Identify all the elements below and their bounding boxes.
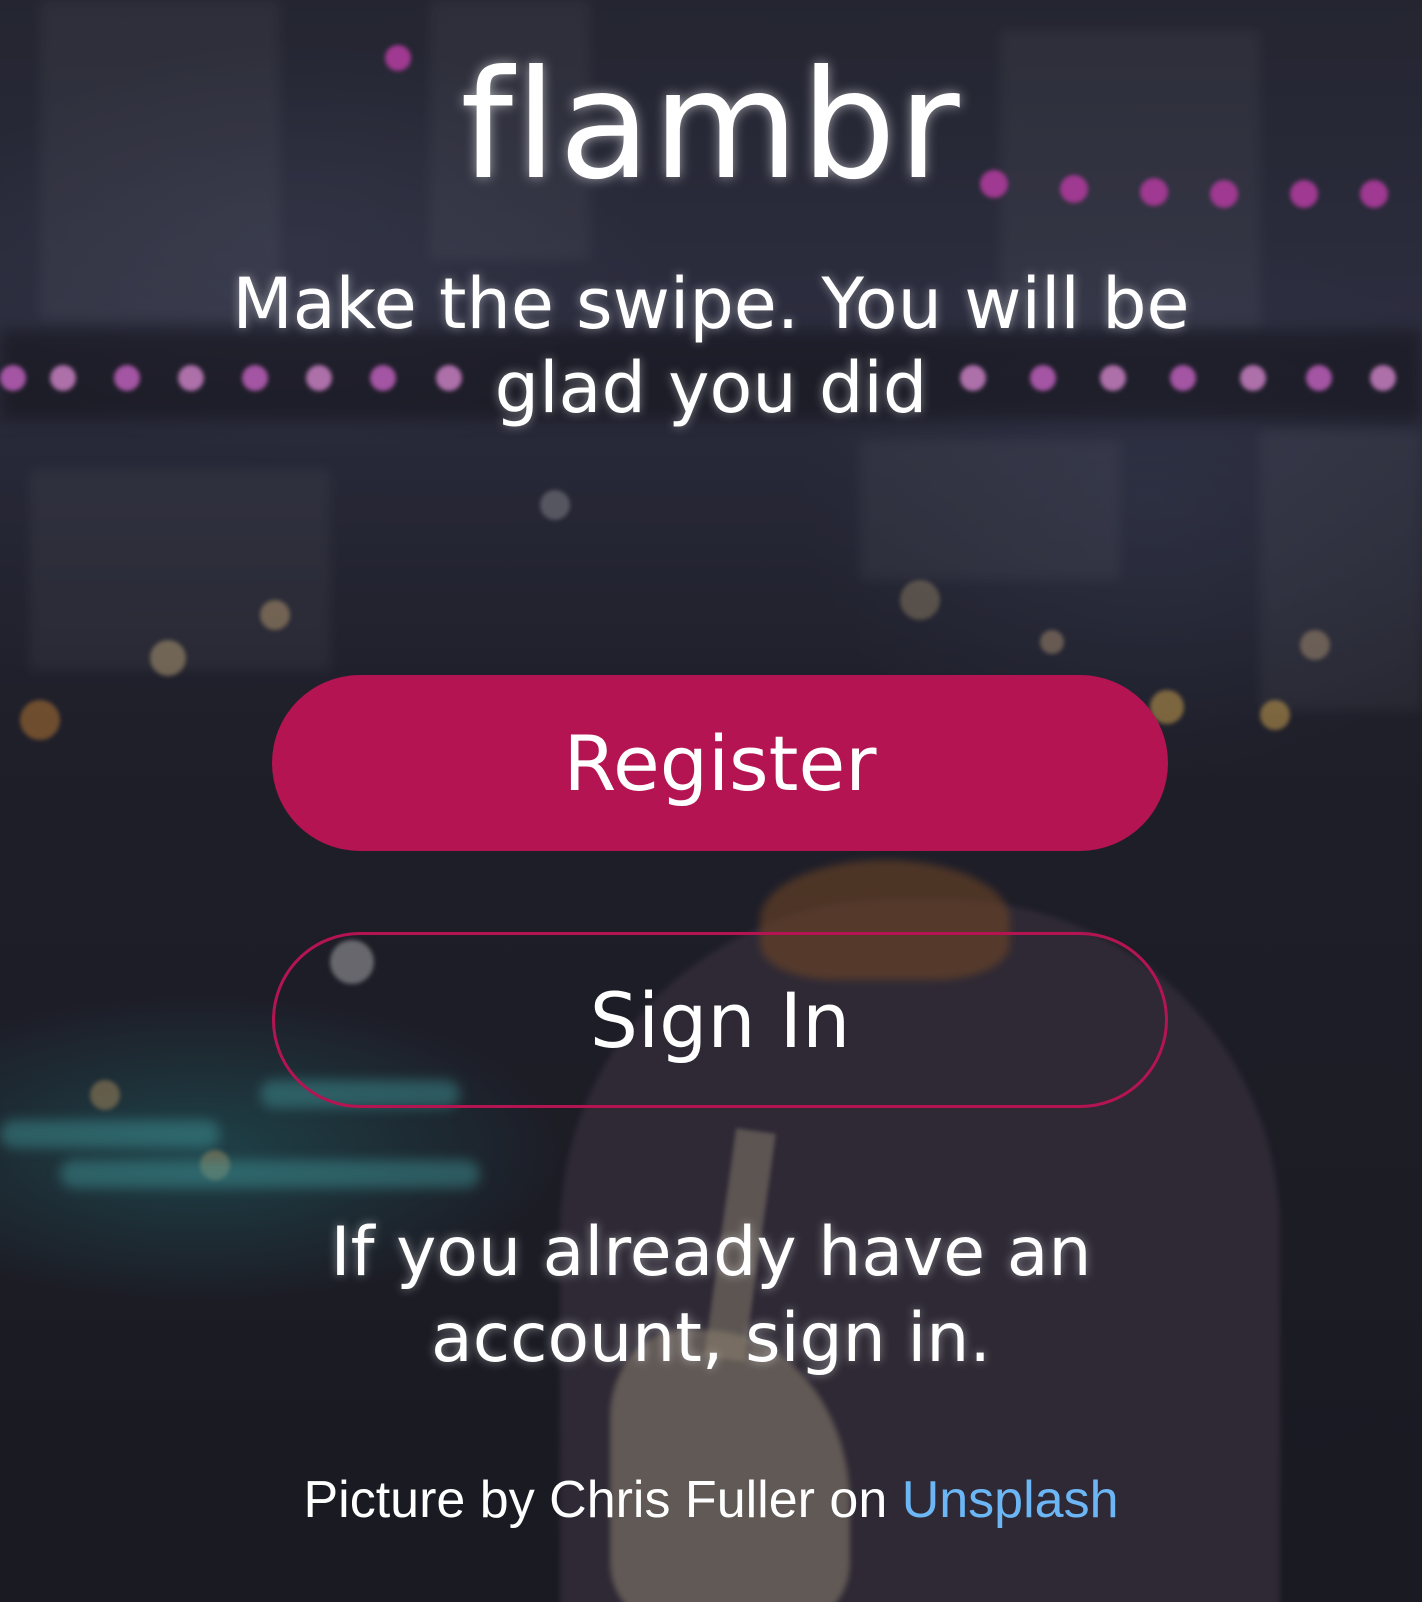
sign-in-hint: If you already have an account, sign in. [330, 1213, 1092, 1378]
sign-in-button[interactable]: Sign In [272, 932, 1168, 1108]
photo-credit: Picture by Chris Fuller on Unsplash [0, 1468, 1422, 1532]
photo-credit-text: Picture by Chris Fuller on [303, 1471, 888, 1529]
app-logo: flambr [460, 39, 962, 213]
register-button[interactable]: Register [272, 675, 1168, 851]
tagline: Make the swipe. You will be glad you did [232, 263, 1190, 429]
unsplash-link[interactable]: Unsplash [902, 1471, 1119, 1529]
landing-content: flambr Make the swipe. You will be glad … [0, 0, 1422, 1602]
